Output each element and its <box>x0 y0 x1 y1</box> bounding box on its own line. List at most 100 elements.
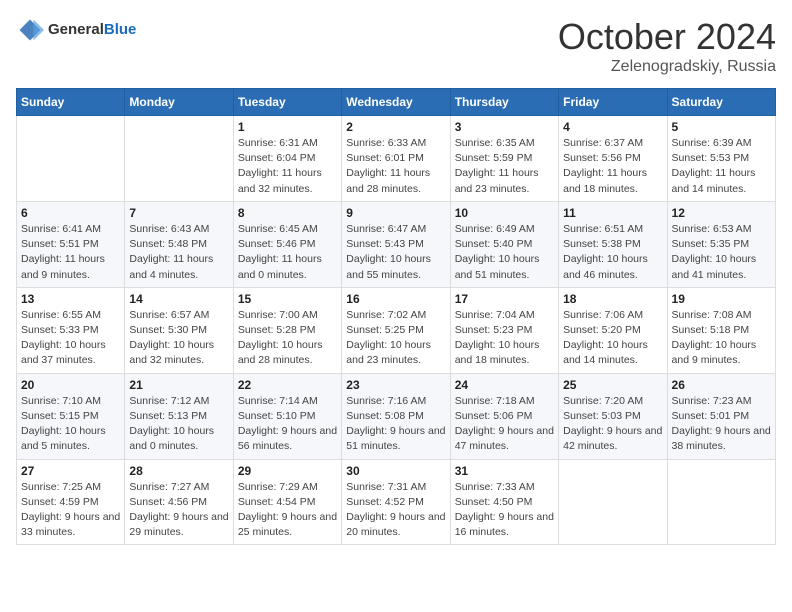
day-number: 13 <box>21 292 120 306</box>
day-number: 9 <box>346 206 445 220</box>
calendar-cell: 6Sunrise: 6:41 AMSunset: 5:51 PMDaylight… <box>17 201 125 287</box>
calendar-cell: 3Sunrise: 6:35 AMSunset: 5:59 PMDaylight… <box>450 116 558 202</box>
day-number: 1 <box>238 120 337 134</box>
day-number: 11 <box>563 206 662 220</box>
day-number: 19 <box>672 292 771 306</box>
day-info: Sunrise: 7:00 AMSunset: 5:28 PMDaylight:… <box>238 308 337 369</box>
calendar-cell: 28 Sunrise: 7:27 AMSunset: 4:56 PMDayligh… <box>125 459 233 545</box>
day-info: Sunrise: 6:55 AMSunset: 5:33 PMDaylight:… <box>21 308 120 369</box>
calendar-header: SundayMondayTuesdayWednesdayThursdayFrid… <box>17 89 776 116</box>
logo-icon <box>16 16 44 44</box>
day-number: 12 <box>672 206 771 220</box>
calendar-cell: 10 Sunrise: 6:49 AMSunset: 5:40 PMDayligh… <box>450 201 558 287</box>
logo-blue: Blue <box>104 21 137 38</box>
day-number: 14 <box>129 292 228 306</box>
day-number: 7 <box>129 206 228 220</box>
day-info: Sunrise: 6:33 AMSunset: 6:01 PMDaylight:… <box>346 136 445 197</box>
day-number: 20 <box>21 378 120 392</box>
calendar-cell: 11 Sunrise: 6:51 AMSunset: 5:38 PMDayligh… <box>559 201 667 287</box>
day-number: 26 <box>672 378 771 392</box>
day-info: Sunrise: 7:20 AMSunset: 5:03 PMDaylight:… <box>563 394 662 455</box>
calendar-cell <box>667 459 775 545</box>
day-number: 18 <box>563 292 662 306</box>
calendar-cell: 17 Sunrise: 7:04 AMSunset: 5:23 PMDayligh… <box>450 287 558 373</box>
day-number: 6 <box>21 206 120 220</box>
calendar-cell: 19 Sunrise: 7:08 AMSunset: 5:18 PMDayligh… <box>667 287 775 373</box>
day-number: 25 <box>563 378 662 392</box>
day-number: 10 <box>455 206 554 220</box>
calendar-cell: 27 Sunrise: 7:25 AMSunset: 4:59 PMDayligh… <box>17 459 125 545</box>
day-info: Sunrise: 6:53 AMSunset: 5:35 PMDaylight:… <box>672 222 771 283</box>
day-number: 5 <box>672 120 771 134</box>
day-info: Sunrise: 6:43 AMSunset: 5:48 PMDaylight:… <box>129 222 228 283</box>
day-info: Sunrise: 6:49 AMSunset: 5:40 PMDaylight:… <box>455 222 554 283</box>
calendar-cell: 22 Sunrise: 7:14 AMSunset: 5:10 PMDayligh… <box>233 373 341 459</box>
calendar-cell: 23Sunrise: 7:16 AMSunset: 5:08 PMDayligh… <box>342 373 450 459</box>
day-info: Sunrise: 7:16 AMSunset: 5:08 PMDaylight:… <box>346 394 445 455</box>
day-info: Sunrise: 7:25 AMSunset: 4:59 PMDaylight:… <box>21 480 120 541</box>
calendar-cell: 15 Sunrise: 7:00 AMSunset: 5:28 PMDayligh… <box>233 287 341 373</box>
calendar-cell: 25 Sunrise: 7:20 AMSunset: 5:03 PMDayligh… <box>559 373 667 459</box>
day-number: 22 <box>238 378 337 392</box>
calendar-cell: 18 Sunrise: 7:06 AMSunset: 5:20 PMDayligh… <box>559 287 667 373</box>
calendar-cell: 14 Sunrise: 6:57 AMSunset: 5:30 PMDayligh… <box>125 287 233 373</box>
calendar-cell: 21Sunrise: 7:12 AMSunset: 5:13 PMDayligh… <box>125 373 233 459</box>
logo-general: General <box>48 21 104 38</box>
calendar-cell: 9 Sunrise: 6:47 AMSunset: 5:43 PMDaylight… <box>342 201 450 287</box>
day-info: Sunrise: 7:14 AMSunset: 5:10 PMDaylight:… <box>238 394 337 455</box>
day-number: 24 <box>455 378 554 392</box>
day-number: 28 <box>129 464 228 478</box>
day-info: Sunrise: 6:39 AMSunset: 5:53 PMDaylight:… <box>672 136 771 197</box>
calendar-cell: 24 Sunrise: 7:18 AMSunset: 5:06 PMDayligh… <box>450 373 558 459</box>
day-info: Sunrise: 7:08 AMSunset: 5:18 PMDaylight:… <box>672 308 771 369</box>
day-info: Sunrise: 7:18 AMSunset: 5:06 PMDaylight:… <box>455 394 554 455</box>
day-info: Sunrise: 6:47 AMSunset: 5:43 PMDaylight:… <box>346 222 445 283</box>
calendar-week-row: 20Sunrise: 7:10 AMSunset: 5:15 PMDayligh… <box>17 373 776 459</box>
day-info: Sunrise: 6:51 AMSunset: 5:38 PMDaylight:… <box>563 222 662 283</box>
calendar-cell: 4 Sunrise: 6:37 AMSunset: 5:56 PMDaylight… <box>559 116 667 202</box>
calendar-cell: 7 Sunrise: 6:43 AMSunset: 5:48 PMDaylight… <box>125 201 233 287</box>
logo: GeneralBlue <box>16 16 136 44</box>
weekday-header: Sunday <box>17 89 125 116</box>
day-info: Sunrise: 7:04 AMSunset: 5:23 PMDaylight:… <box>455 308 554 369</box>
day-info: Sunrise: 7:31 AMSunset: 4:52 PMDaylight:… <box>346 480 445 541</box>
weekday-header: Saturday <box>667 89 775 116</box>
day-info: Sunrise: 7:02 AMSunset: 5:25 PMDaylight:… <box>346 308 445 369</box>
calendar-week-row: 1 Sunrise: 6:31 AMSunset: 6:04 PMDaylight… <box>17 116 776 202</box>
day-number: 15 <box>238 292 337 306</box>
weekday-header: Monday <box>125 89 233 116</box>
day-info: Sunrise: 6:37 AMSunset: 5:56 PMDaylight:… <box>563 136 662 197</box>
day-info: Sunrise: 7:33 AMSunset: 4:50 PMDaylight:… <box>455 480 554 541</box>
weekday-header: Wednesday <box>342 89 450 116</box>
day-number: 30 <box>346 464 445 478</box>
calendar-cell: 2Sunrise: 6:33 AMSunset: 6:01 PMDaylight… <box>342 116 450 202</box>
weekday-header: Tuesday <box>233 89 341 116</box>
calendar-cell: 12 Sunrise: 6:53 AMSunset: 5:35 PMDayligh… <box>667 201 775 287</box>
month-title: October 2024 <box>558 16 776 58</box>
calendar-cell: 1 Sunrise: 6:31 AMSunset: 6:04 PMDaylight… <box>233 116 341 202</box>
day-info: Sunrise: 6:45 AMSunset: 5:46 PMDaylight:… <box>238 222 337 283</box>
day-number: 3 <box>455 120 554 134</box>
title-block: October 2024 Zelenogradskiy, Russia <box>558 16 776 76</box>
calendar-week-row: 6Sunrise: 6:41 AMSunset: 5:51 PMDaylight… <box>17 201 776 287</box>
day-info: Sunrise: 6:57 AMSunset: 5:30 PMDaylight:… <box>129 308 228 369</box>
day-info: Sunrise: 7:27 AMSunset: 4:56 PMDaylight:… <box>129 480 228 541</box>
day-number: 17 <box>455 292 554 306</box>
day-info: Sunrise: 6:31 AMSunset: 6:04 PMDaylight:… <box>238 136 337 197</box>
day-number: 31 <box>455 464 554 478</box>
page-header: GeneralBlue October 2024 Zelenogradskiy,… <box>16 16 776 76</box>
day-number: 21 <box>129 378 228 392</box>
day-number: 27 <box>21 464 120 478</box>
day-number: 16 <box>346 292 445 306</box>
calendar-cell: 13 Sunrise: 6:55 AMSunset: 5:33 PMDayligh… <box>17 287 125 373</box>
weekday-header: Friday <box>559 89 667 116</box>
day-info: Sunrise: 7:23 AMSunset: 5:01 PMDaylight:… <box>672 394 771 455</box>
calendar-cell <box>125 116 233 202</box>
calendar-cell: 20Sunrise: 7:10 AMSunset: 5:15 PMDayligh… <box>17 373 125 459</box>
calendar-cell: 30 Sunrise: 7:31 AMSunset: 4:52 PMDayligh… <box>342 459 450 545</box>
calendar-week-row: 27 Sunrise: 7:25 AMSunset: 4:59 PMDayligh… <box>17 459 776 545</box>
day-number: 4 <box>563 120 662 134</box>
day-info: Sunrise: 7:06 AMSunset: 5:20 PMDaylight:… <box>563 308 662 369</box>
weekday-header: Thursday <box>450 89 558 116</box>
calendar-cell: 26 Sunrise: 7:23 AMSunset: 5:01 PMDayligh… <box>667 373 775 459</box>
